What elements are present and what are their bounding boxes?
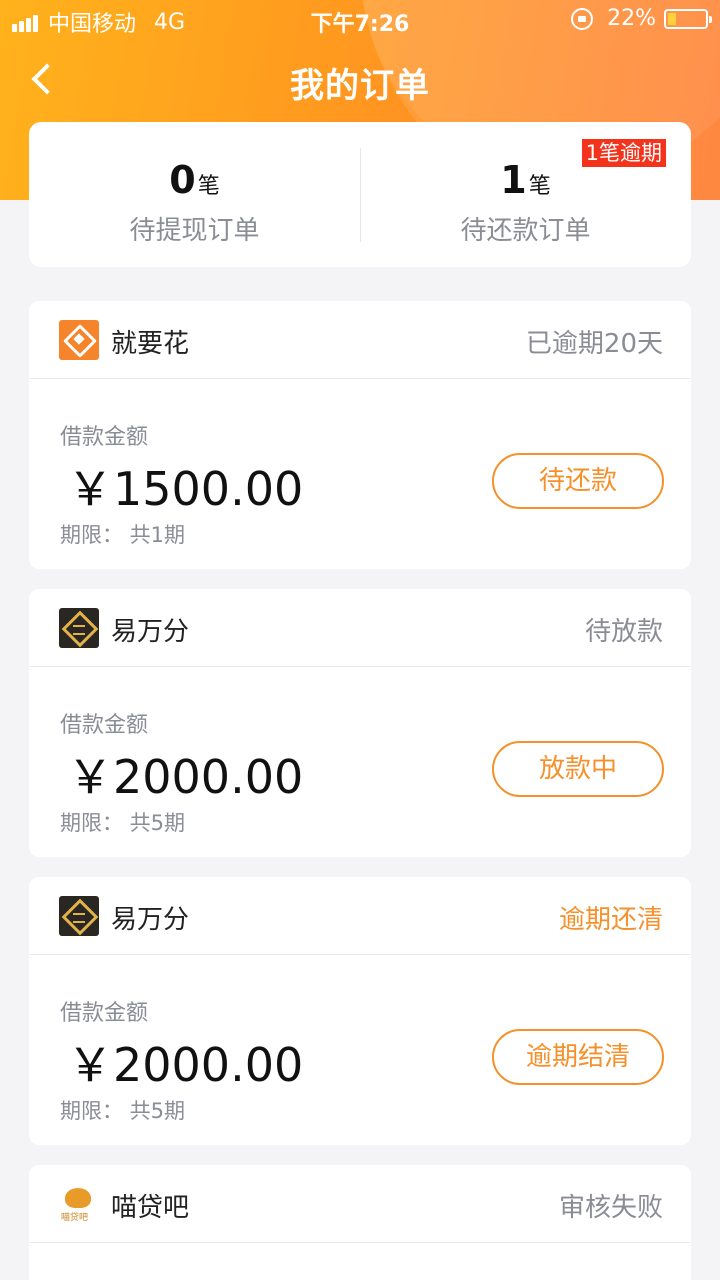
pending-withdraw-label: 待提现订单 — [129, 216, 260, 246]
order-status: 待放款 — [584, 617, 663, 647]
repay-button[interactable]: 待还款 — [492, 453, 664, 509]
loan-amount: ￥1500.00 — [67, 462, 304, 516]
order-card-header: 喵贷吧 喵贷吧 审核失败 — [29, 1165, 691, 1243]
order-card[interactable]: 喵贷吧 喵贷吧 审核失败 — [29, 1165, 691, 1280]
disbursing-button[interactable]: 放款中 — [492, 741, 664, 797]
lender-name: 就要花 — [111, 329, 190, 359]
order-card-body: 借款金额 ￥2000.00 期限： 共5期 放款中 — [29, 667, 691, 857]
overdue-settled-button[interactable]: 逾期结清 — [492, 1029, 664, 1085]
amount-label: 借款金额 — [60, 713, 149, 738]
order-status: 逾期还清 — [558, 905, 663, 935]
amount-label: 借款金额 — [60, 425, 149, 450]
miaodaiba-logo-icon: 喵贷吧 — [59, 1184, 99, 1224]
page-title: 我的订单 — [290, 66, 430, 106]
order-card-header: 就要花 已逾期20天 — [29, 301, 691, 379]
pending-repay-label: 待还款订单 — [460, 216, 591, 246]
loan-term: 期限： 共1期 — [60, 523, 186, 547]
lender-name: 易万分 — [111, 617, 190, 647]
order-card[interactable]: 易万分 逾期还清 借款金额 ￥2000.00 期限： 共5期 逾期结清 — [29, 877, 691, 1145]
order-card[interactable]: 就要花 已逾期20天 借款金额 ￥1500.00 期限： 共1期 待还款 — [29, 301, 691, 569]
battery-icon — [664, 8, 712, 29]
pending-repay-count: 1 — [500, 158, 527, 202]
status-bar: 中国移动 4G 下午7:26 22% — [0, 0, 720, 40]
overdue-badge: 1笔逾期 — [581, 139, 666, 167]
order-card-header: 易万分 待放款 — [29, 589, 691, 667]
order-status: 审核失败 — [558, 1193, 663, 1223]
loan-term: 期限： 共5期 — [60, 1099, 186, 1123]
loan-amount: ￥2000.00 — [67, 1038, 304, 1092]
order-card-body: 借款金额 ￥1500.00 期限： 共1期 待还款 — [29, 379, 691, 569]
count-unit: 笔 — [197, 174, 220, 199]
yiwanfen-logo-icon — [59, 608, 99, 648]
order-card-body: 借款金额 ￥2000.00 期限： 共5期 逾期结清 — [29, 955, 691, 1145]
nav-bar: 我的订单 — [0, 48, 720, 112]
amount-label: 借款金额 — [60, 1001, 149, 1026]
order-summary-card: 0笔 待提现订单 1笔 待还款订单 1笔逾期 — [29, 122, 691, 267]
lender-name: 易万分 — [111, 905, 190, 935]
pending-withdraw-count: 0 — [169, 158, 196, 202]
battery-percent: 22% — [607, 6, 656, 31]
loan-amount: ￥2000.00 — [67, 750, 304, 804]
jiuyaohua-logo-icon — [59, 320, 99, 360]
loan-term: 期限： 共5期 — [60, 811, 186, 835]
lender-name: 喵贷吧 — [111, 1193, 190, 1223]
order-card-header: 易万分 逾期还清 — [29, 877, 691, 955]
order-status: 已逾期20天 — [525, 329, 663, 359]
count-unit: 笔 — [528, 174, 551, 199]
yiwanfen-logo-icon — [59, 896, 99, 936]
rotation-lock-icon — [571, 7, 594, 30]
logo-text: 喵贷吧 — [61, 1213, 89, 1223]
battery-level — [668, 12, 676, 25]
order-card[interactable]: 易万分 待放款 借款金额 ￥2000.00 期限： 共5期 放款中 — [29, 589, 691, 857]
pending-withdraw-summary[interactable]: 0笔 待提现订单 — [29, 122, 360, 267]
